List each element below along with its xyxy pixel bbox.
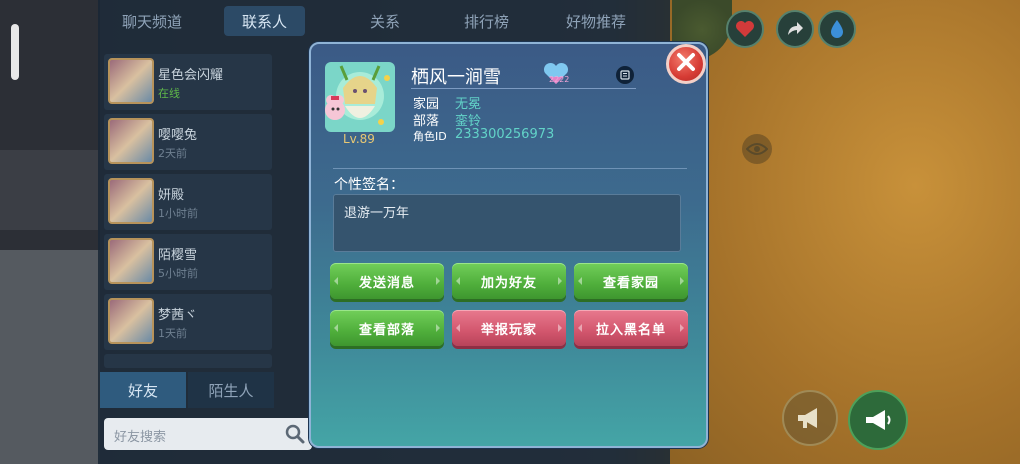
role-id-label: 角色ID xyxy=(413,130,447,143)
player-level: Lv.89 xyxy=(343,132,375,146)
heart-icon[interactable] xyxy=(726,10,764,48)
close-icon xyxy=(676,52,696,76)
contact-status: 2天前 xyxy=(158,147,187,160)
avatar xyxy=(108,118,154,164)
megaphone-icon[interactable] xyxy=(782,390,838,446)
close-button[interactable] xyxy=(666,44,706,84)
role-id-value: 233300256973 xyxy=(455,127,555,142)
view-homeland-button[interactable]: 查看家园 xyxy=(574,263,688,299)
contact-name: 星色会闪耀 xyxy=(158,68,224,83)
avatar xyxy=(108,298,154,344)
blacklist-button[interactable]: 拉入黑名单 xyxy=(574,310,688,346)
player-name: 栖风一涧雪 xyxy=(411,67,501,88)
contact-name: 陌樱雪 xyxy=(158,248,198,263)
scene-wall-block xyxy=(0,150,100,230)
signature-label: 个性签名： xyxy=(334,177,404,193)
section-divider xyxy=(333,168,687,169)
friend-search-input[interactable]: 好友搜索 xyxy=(104,418,312,450)
contact-item[interactable] xyxy=(104,354,272,368)
search-icon[interactable] xyxy=(284,423,306,449)
avatar[interactable] xyxy=(321,58,399,136)
contact-name: 妍殿 xyxy=(158,188,185,203)
contact-item[interactable]: 梦茜ヾ 1天前 xyxy=(104,294,272,350)
report-player-button[interactable]: 举报玩家 xyxy=(452,310,566,346)
contact-status: 1天前 xyxy=(158,327,187,340)
eye-icon[interactable] xyxy=(742,134,772,164)
send-message-button[interactable]: 发送消息 xyxy=(330,263,444,299)
tab-goods[interactable]: 好物推荐 xyxy=(548,6,644,36)
contact-status: 5小时前 xyxy=(158,267,198,280)
drop-icon[interactable] xyxy=(818,10,856,48)
tribe-label: 部落 xyxy=(413,114,440,129)
contact-status: 在线 xyxy=(158,87,180,100)
tab-friends[interactable]: 好友 xyxy=(100,372,186,408)
side-drag-handle[interactable] xyxy=(11,24,19,80)
tab-relations[interactable]: 关系 xyxy=(352,6,418,36)
avatar xyxy=(108,58,154,104)
mic-icon[interactable] xyxy=(848,390,908,450)
scene-floor xyxy=(0,250,100,464)
search-placeholder: 好友搜索 xyxy=(114,430,167,445)
tab-contacts[interactable]: 联系人 xyxy=(224,6,306,36)
view-tribe-button[interactable]: 查看部落 xyxy=(330,310,444,346)
memo-icon[interactable] xyxy=(616,66,634,84)
scene-ground xyxy=(670,0,1020,464)
name-underline xyxy=(411,88,636,89)
tab-strangers[interactable]: 陌生人 xyxy=(188,372,274,408)
contact-item[interactable]: 陌樱雪 5小时前 xyxy=(104,234,272,290)
avatar xyxy=(108,178,154,224)
contact-item[interactable]: 嘤嘤兔 2天前 xyxy=(104,114,272,170)
tab-chat[interactable]: 聊天频道 xyxy=(104,6,200,36)
contact-status: 1小时前 xyxy=(158,207,198,220)
avatar xyxy=(108,238,154,284)
contact-name: 嘤嘤兔 xyxy=(158,128,198,143)
contact-name: 梦茜ヾ xyxy=(158,308,198,323)
signature-text: 退游一万年 xyxy=(344,206,410,221)
tab-ranking[interactable]: 排行榜 xyxy=(446,6,527,36)
contact-item[interactable]: 妍殿 1小时前 xyxy=(104,174,272,230)
contact-item[interactable]: 星色会闪耀 在线 xyxy=(104,54,272,110)
share-icon[interactable] xyxy=(776,10,814,48)
badge-count: 2222 xyxy=(549,75,570,84)
add-friend-button[interactable]: 加为好友 xyxy=(452,263,566,299)
